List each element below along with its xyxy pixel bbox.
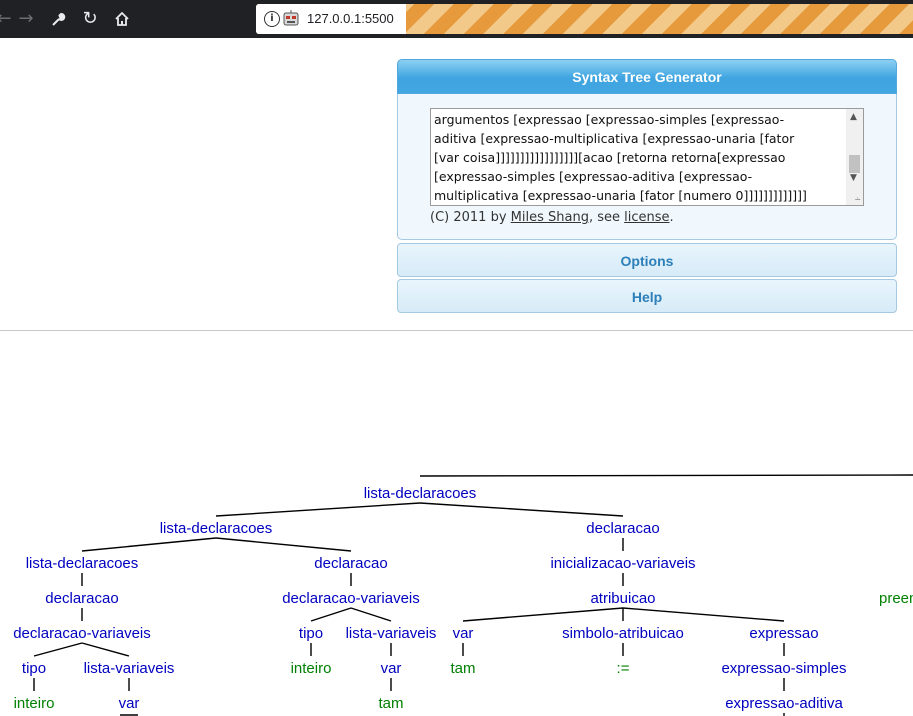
tree-branch bbox=[419, 502, 624, 517]
url-box[interactable]: i 127.0.0.1:5500 bbox=[256, 4, 406, 34]
tree-node: tipo bbox=[22, 660, 46, 677]
author-link[interactable]: Miles Shang bbox=[511, 210, 589, 225]
tree-branch bbox=[310, 607, 352, 622]
tree-node: lista-declaracoes bbox=[160, 520, 273, 537]
credit-mid: , see bbox=[588, 210, 625, 225]
input-line: aditiva [expressao-multiplicativa [expre… bbox=[434, 131, 795, 146]
input-line: argumentos [expressao [expressao-simples… bbox=[434, 112, 785, 127]
tree-node: inicializacao-variaveis bbox=[550, 555, 695, 572]
tree-node: var bbox=[381, 660, 402, 677]
credit-line: (C) 2011 by Miles Shang, see license. bbox=[430, 210, 674, 225]
tree-leaf: tam bbox=[450, 660, 475, 677]
tree-leaf: inteiro bbox=[291, 660, 332, 677]
tree-node: lista-variaveis bbox=[346, 625, 437, 642]
tree-node: declaracao bbox=[586, 520, 659, 537]
credit-prefix: (C) 2011 by bbox=[430, 210, 511, 225]
scroll-up-icon[interactable]: ▲ bbox=[850, 112, 857, 122]
url-text: 127.0.0.1:5500 bbox=[307, 11, 394, 26]
reload-icon[interactable]: ↻ bbox=[78, 7, 102, 31]
tree-leaf: tam bbox=[378, 695, 403, 712]
address-bar[interactable]: i 127.0.0.1:5500 bbox=[256, 4, 913, 34]
input-line: [var coisa]]]]]]]]]]]]]]]]][acao [retorn… bbox=[434, 150, 786, 165]
tree-node: lista-declaracoes bbox=[364, 485, 477, 502]
tree-branch bbox=[215, 502, 421, 517]
bracket-input-textarea[interactable]: argumentos [expressao [expressao-simples… bbox=[430, 108, 864, 206]
forward-icon[interactable]: → bbox=[14, 7, 38, 31]
tree-leaf: inteiro bbox=[14, 695, 55, 712]
tree-node: expressao bbox=[749, 625, 818, 642]
input-line: multiplicativa [expressao-unaria [fator … bbox=[434, 188, 807, 203]
tree-branch bbox=[462, 607, 624, 622]
tree-node: simbolo-atribuicao bbox=[562, 625, 684, 642]
tree-node: var bbox=[453, 625, 474, 642]
tree-leaf: preen bbox=[879, 590, 913, 607]
tree-branch bbox=[81, 537, 217, 552]
tree-leaf: := bbox=[617, 660, 630, 677]
tree-node: declaracao-variaveis bbox=[13, 625, 151, 642]
tree-node: tipo bbox=[299, 625, 323, 642]
tree-branch bbox=[419, 474, 913, 477]
tree-node: lista-variaveis bbox=[84, 660, 175, 677]
home-icon[interactable] bbox=[110, 7, 134, 31]
tree-node: declaracao-variaveis bbox=[282, 590, 420, 607]
scroll-down-icon[interactable]: ▼ bbox=[850, 173, 857, 183]
wrench-icon[interactable] bbox=[46, 7, 70, 31]
syntax-tree: lista-declaracoes lista-declaracoes decl… bbox=[13, 474, 913, 716]
tree-branch bbox=[215, 537, 352, 552]
license-link[interactable]: license bbox=[624, 210, 669, 225]
tree-node: expressao-simples bbox=[721, 660, 846, 677]
scrollbar-thumb[interactable] bbox=[849, 155, 860, 173]
tree-node: declaracao bbox=[45, 590, 118, 607]
resize-grip-icon[interactable]: ∸ bbox=[854, 195, 861, 204]
credit-suffix: . bbox=[669, 210, 674, 225]
generator-title[interactable]: Syntax Tree Generator bbox=[397, 59, 897, 94]
tree-node: expressao-aditiva bbox=[725, 695, 843, 712]
help-accordion[interactable]: Help bbox=[397, 279, 897, 313]
tree-branch bbox=[81, 642, 130, 657]
tree-branch bbox=[33, 642, 83, 657]
extension-icon[interactable] bbox=[283, 10, 299, 27]
tree-node: atribuicao bbox=[590, 590, 655, 607]
tree-node: lista-declaracoes bbox=[26, 555, 139, 572]
options-accordion[interactable]: Options bbox=[397, 243, 897, 277]
input-line: [expressao-simples [expressao-aditiva [e… bbox=[434, 169, 753, 184]
tree-node: declaracao bbox=[314, 555, 387, 572]
tree-branch bbox=[622, 607, 785, 622]
tree-branch bbox=[350, 607, 392, 622]
browser-toolbar: ← → ↻ i 127.0.0.1:5500 bbox=[0, 0, 913, 38]
info-icon[interactable]: i bbox=[264, 11, 280, 27]
tree-node: var bbox=[119, 695, 140, 712]
bracket-input-text[interactable]: argumentos [expressao [expressao-simples… bbox=[434, 110, 846, 204]
textarea-scrollbar[interactable]: ▲ ▼ bbox=[846, 109, 863, 205]
